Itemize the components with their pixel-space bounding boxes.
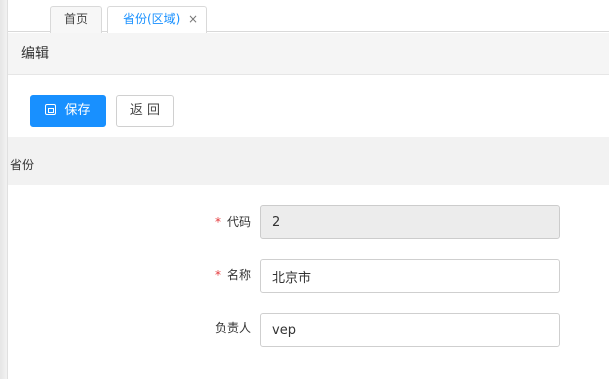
- section-title: 省份: [10, 158, 35, 172]
- section-header: 省份: [8, 137, 609, 185]
- page: 首页 省份(区域) × 编辑 保存 返 回 省份 * 代码 * 名称 负责人: [0, 0, 609, 379]
- page-title: 编辑: [21, 46, 49, 62]
- page-header: 编辑: [8, 33, 609, 75]
- code-label-text: 代码: [226, 215, 251, 229]
- back-button[interactable]: 返 回: [116, 95, 174, 127]
- tab-home[interactable]: 首页: [50, 6, 102, 33]
- back-button-label: 返 回: [129, 103, 161, 118]
- name-label: * 名称: [171, 265, 251, 285]
- close-icon[interactable]: ×: [188, 7, 198, 32]
- owner-field[interactable]: [260, 313, 560, 347]
- save-icon: [45, 104, 57, 115]
- name-field[interactable]: [260, 259, 560, 293]
- required-mark: *: [214, 268, 221, 282]
- save-button-label: 保存: [64, 103, 91, 118]
- owner-label-text: 负责人: [214, 321, 251, 335]
- toolbar: 保存 返 回: [8, 75, 609, 137]
- form-body: * 代码 * 名称 负责人: [8, 185, 609, 379]
- tab-province[interactable]: 省份(区域) ×: [107, 6, 207, 33]
- left-edge-strip: [0, 0, 8, 379]
- tab-home-label: 首页: [63, 12, 88, 26]
- owner-label: 负责人: [171, 318, 251, 338]
- name-label-text: 名称: [226, 268, 251, 282]
- tab-bar: 首页 省份(区域) ×: [8, 0, 609, 33]
- code-label: * 代码: [171, 212, 251, 232]
- required-mark: *: [214, 215, 221, 229]
- save-button[interactable]: 保存: [30, 95, 106, 127]
- tab-province-label: 省份(区域): [123, 12, 181, 26]
- code-field[interactable]: [260, 205, 560, 239]
